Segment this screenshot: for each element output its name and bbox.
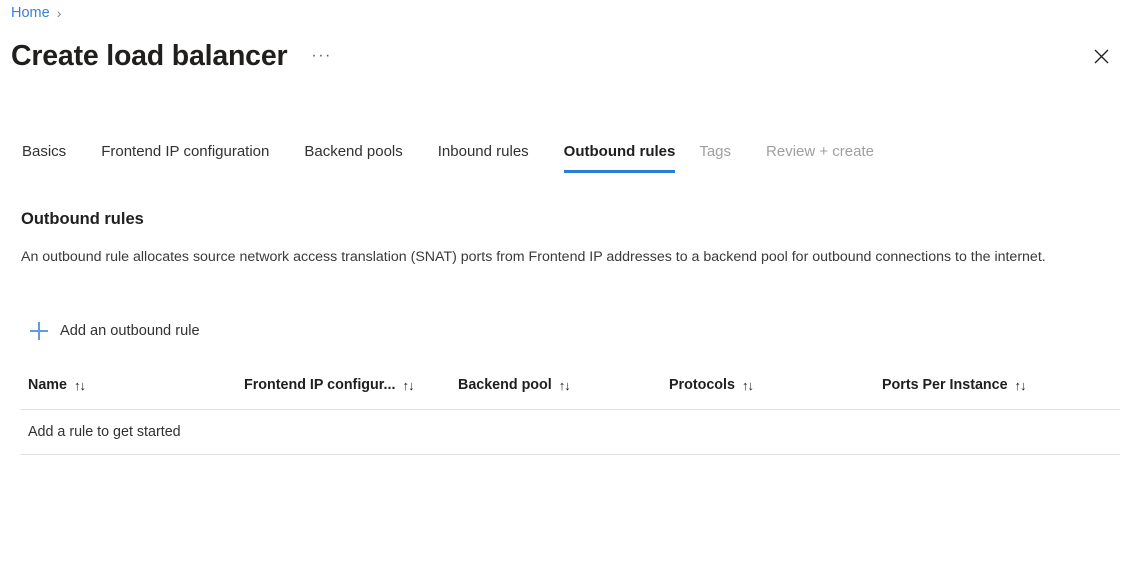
tab-basics[interactable]: Basics: [22, 142, 84, 173]
tab-tags: Tags: [699, 142, 749, 173]
breadcrumb: Home ›: [11, 5, 61, 21]
add-outbound-rule-button[interactable]: Add an outbound rule: [30, 318, 200, 344]
column-header-backend-pool-label: Backend pool: [458, 377, 552, 393]
add-outbound-rule-label: Add an outbound rule: [60, 323, 200, 339]
more-options-icon[interactable]: ···: [311, 36, 331, 76]
sort-icon: ↑↓: [559, 378, 570, 393]
tab-backend-pools[interactable]: Backend pools: [304, 142, 420, 173]
column-header-ports-per-instance-label: Ports Per Instance: [882, 377, 1008, 393]
column-header-protocols[interactable]: Protocols ↑↓: [669, 377, 753, 393]
column-header-frontend-ip-configuration-label: Frontend IP configur...: [244, 377, 395, 393]
table-empty-row: Add a rule to get started: [21, 410, 1120, 455]
table-header-row: Name ↑↓ Frontend IP configur... ↑↓ Backe…: [21, 375, 1120, 410]
sort-icon: ↑↓: [402, 378, 413, 393]
column-header-frontend-ip-configuration[interactable]: Frontend IP configur... ↑↓: [244, 377, 413, 393]
plus-icon: [30, 322, 48, 340]
tab-review-create: Review + create: [766, 142, 892, 173]
column-header-name-label: Name: [28, 377, 67, 393]
tab-outbound-rules[interactable]: Outbound rules: [564, 142, 676, 173]
tab-frontend-ip-configuration[interactable]: Frontend IP configuration: [101, 142, 287, 173]
section-heading: Outbound rules: [21, 210, 144, 229]
column-header-backend-pool[interactable]: Backend pool ↑↓: [458, 377, 570, 393]
table-empty-message: Add a rule to get started: [21, 424, 181, 440]
chevron-right-icon: ›: [57, 6, 62, 20]
column-header-protocols-label: Protocols: [669, 377, 735, 393]
column-header-ports-per-instance[interactable]: Ports Per Instance ↑↓: [882, 377, 1026, 393]
column-header-name[interactable]: Name ↑↓: [28, 377, 85, 393]
tab-bar: Basics Frontend IP configuration Backend…: [22, 142, 909, 173]
page-title: Create load balancer: [11, 36, 287, 76]
outbound-rules-table: Name ↑↓ Frontend IP configur... ↑↓ Backe…: [21, 375, 1120, 455]
sort-icon: ↑↓: [1015, 378, 1026, 393]
tab-inbound-rules[interactable]: Inbound rules: [438, 142, 547, 173]
close-button[interactable]: [1085, 40, 1117, 72]
sort-icon: ↑↓: [74, 378, 85, 393]
section-description: An outbound rule allocates source networ…: [21, 246, 1106, 268]
breadcrumb-item-home[interactable]: Home: [11, 5, 50, 21]
title-bar: Create load balancer ···: [11, 36, 1117, 76]
close-icon: [1094, 49, 1109, 64]
sort-icon: ↑↓: [742, 378, 753, 393]
